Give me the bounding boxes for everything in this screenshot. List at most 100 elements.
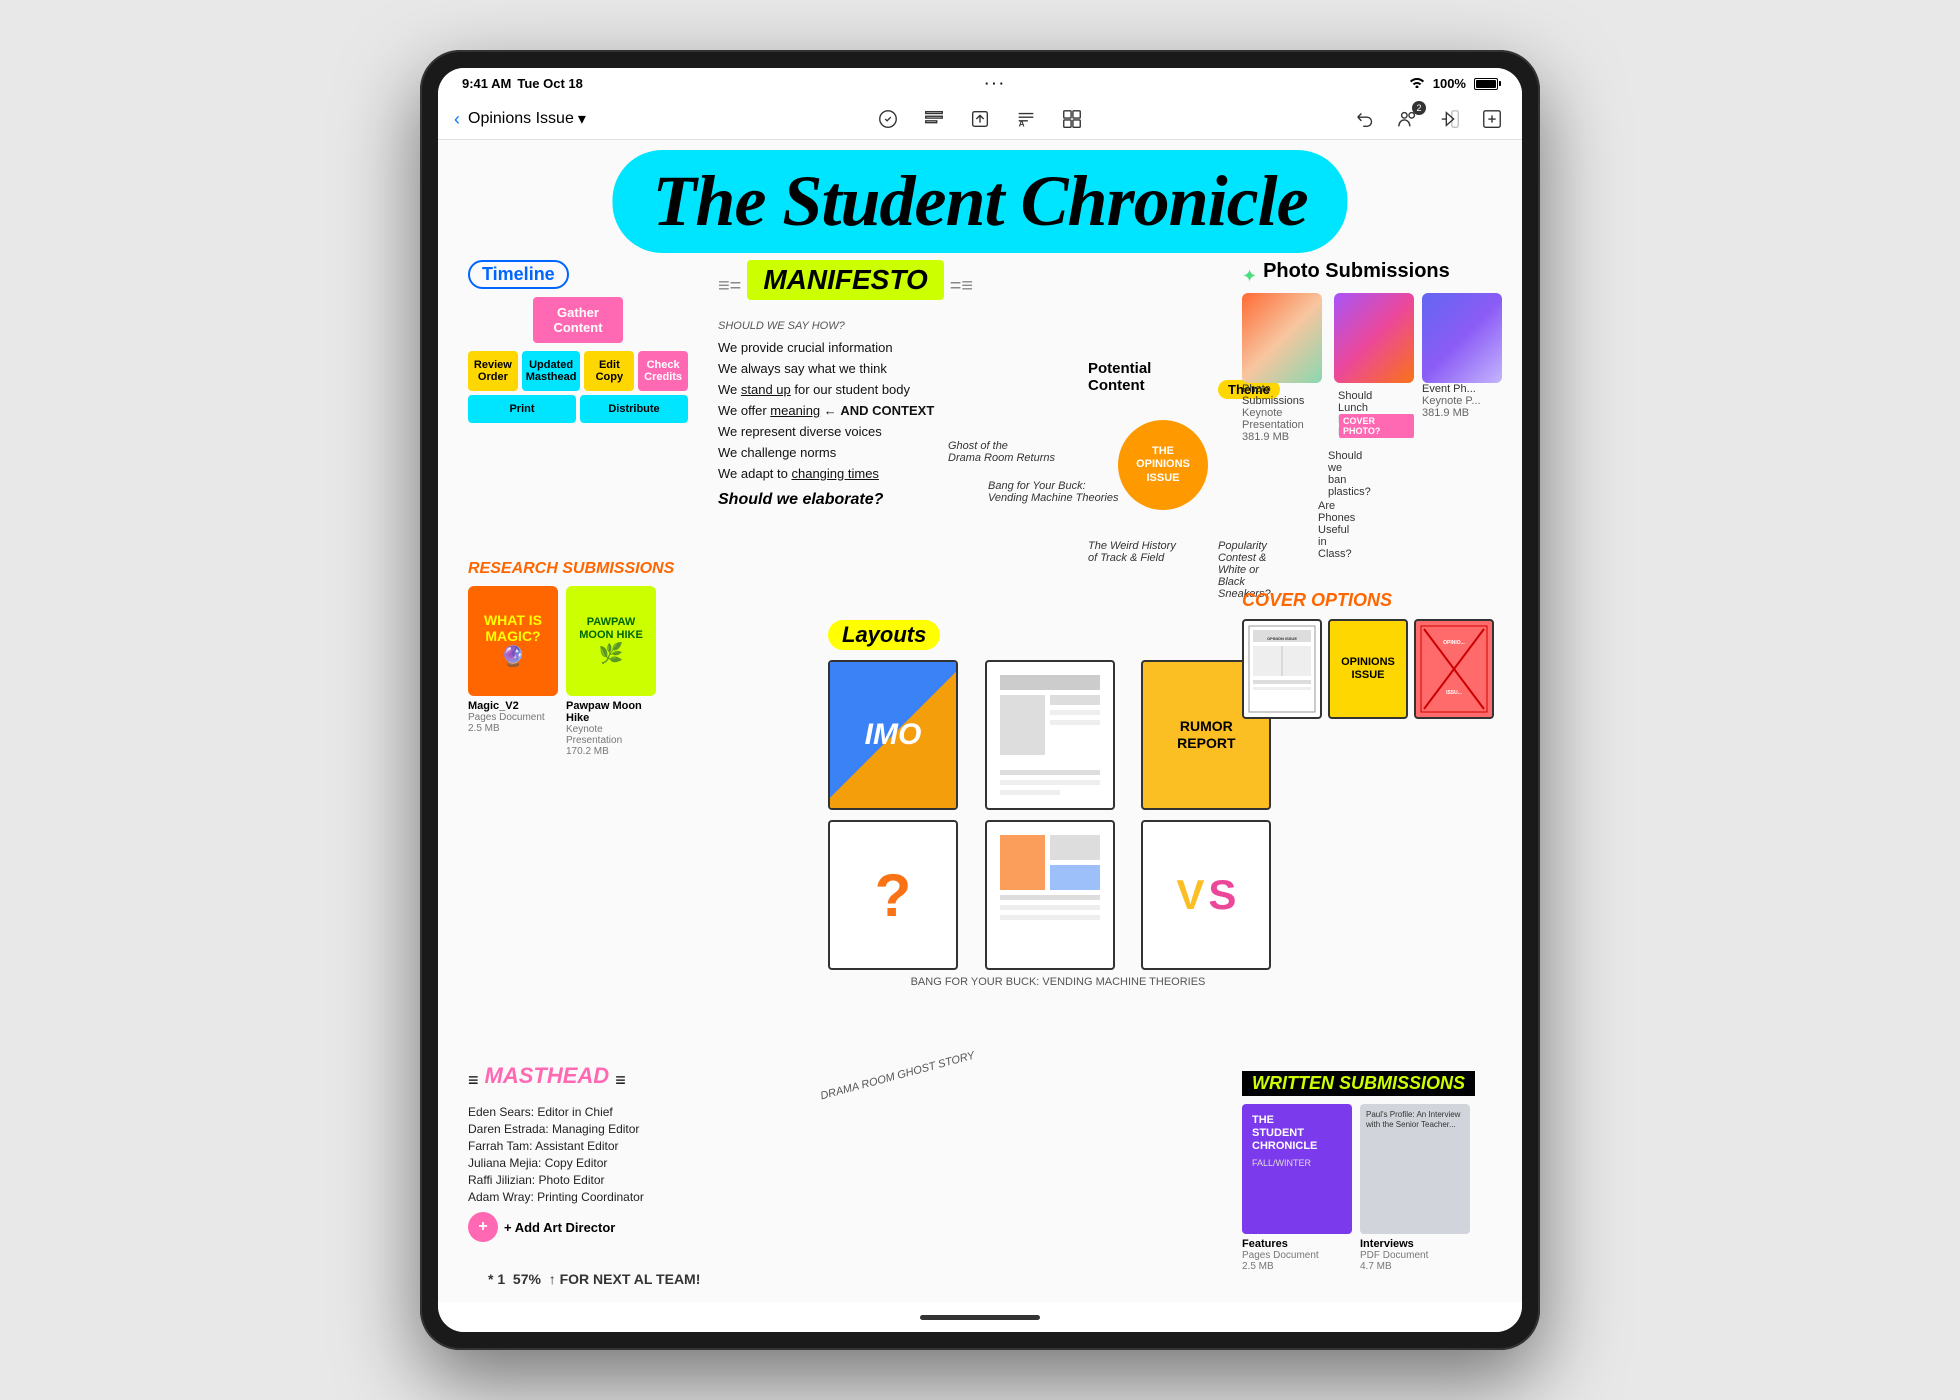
interviews-doc[interactable]: Paul's Profile: An Interview with the Se… bbox=[1360, 1104, 1470, 1272]
photo-thumb-1[interactable]: Photo Submissions Keynote Presentation 3… bbox=[1242, 293, 1326, 443]
photo-3-name: Event Ph... bbox=[1422, 383, 1502, 395]
magic-doc[interactable]: WHAT IS MAGIC? 🔮 Magic_V2 Pages Document… bbox=[468, 586, 558, 757]
timeline-cell-credits[interactable]: Check Credits bbox=[638, 351, 688, 391]
manifesto-item-4: We offer meaning ← AND CONTEXT bbox=[718, 403, 998, 418]
svg-text:OPINIO...: OPINIO... bbox=[1443, 640, 1465, 646]
features-type: Pages Document bbox=[1242, 1250, 1352, 1261]
photo-1-size: 381.9 MB bbox=[1242, 431, 1326, 443]
masthead-item-4: Juliana Mejia: Copy Editor bbox=[468, 1156, 718, 1170]
document-title[interactable]: Opinions Issue ▾ bbox=[468, 109, 586, 129]
gather-label: Gather Content bbox=[553, 305, 602, 335]
pencil-circle-icon[interactable] bbox=[874, 105, 902, 133]
lines-icon[interactable] bbox=[920, 105, 948, 133]
photo-thumb-3[interactable]: Event Ph... Keynote P... 381.9 MB bbox=[1422, 293, 1502, 443]
date-display: Tue Oct 18 bbox=[517, 76, 583, 91]
timeline-cell-print[interactable]: Print bbox=[468, 395, 576, 423]
photo-row: Photo Submissions Keynote Presentation 3… bbox=[1242, 293, 1502, 443]
bottom-bar bbox=[438, 1302, 1522, 1332]
question-mark: ? bbox=[875, 861, 912, 930]
mindmap-center: THEOPINIONSISSUE bbox=[1118, 420, 1208, 510]
photo-1-image bbox=[1242, 293, 1322, 383]
features-name: Features bbox=[1242, 1238, 1352, 1250]
manifesto-item-5: We represent diverse voices bbox=[718, 424, 998, 439]
pawpaw-thumb: PAWPAW MOON HIKE 🌿 bbox=[566, 586, 656, 696]
svg-text:OPINION ISSUE: OPINION ISSUE bbox=[1267, 636, 1297, 641]
cover-row: OPINION ISSUE OPINIONSISSUE OPINIO... IS… bbox=[1242, 619, 1502, 719]
layout-imo[interactable]: IMO bbox=[828, 660, 958, 810]
layout-5[interactable] bbox=[985, 820, 1115, 970]
photo-grid-icon[interactable] bbox=[1058, 105, 1086, 133]
vending-node: Bang for Your Buck:Vending Machine Theor… bbox=[988, 480, 1118, 504]
layouts-grid: IMO bbox=[828, 660, 1288, 970]
status-bar: 9:41 AM Tue Oct 18 ··· 100% bbox=[438, 68, 1522, 99]
upload-icon[interactable] bbox=[966, 105, 994, 133]
written-row: THESTUDENTCHRONICLE FALL/WINTER Features… bbox=[1242, 1104, 1502, 1272]
status-left: 9:41 AM Tue Oct 18 bbox=[462, 76, 583, 91]
back-button[interactable]: ‹ bbox=[454, 109, 460, 130]
features-subtitle: FALL/WINTER bbox=[1252, 1158, 1342, 1168]
layout-2[interactable] bbox=[985, 660, 1115, 810]
manifesto-section: ≡= MANIFESTO =≡ SHOULD WE SAY HOW? We pr… bbox=[718, 260, 998, 509]
drama-room-note: DRAMA ROOM GHOST STORY bbox=[819, 1050, 976, 1103]
zoom-indicator: * 1 57% ↑ FOR NEXT AL TEAM! bbox=[488, 1271, 700, 1287]
magic-thumb-text: WHAT IS MAGIC? bbox=[476, 613, 550, 644]
edit-icon[interactable] bbox=[1478, 105, 1506, 133]
timeline-cell-masthead[interactable]: Updated Masthead bbox=[522, 351, 581, 391]
ghost-node: Ghost of theDrama Room Returns bbox=[948, 440, 1055, 464]
manifesto-item-7: We adapt to changing times bbox=[718, 466, 998, 481]
layout-question[interactable]: ? bbox=[828, 820, 958, 970]
cover-opinion-issue[interactable]: OPINION ISSUE bbox=[1242, 619, 1322, 719]
title-text: Opinions Issue bbox=[468, 110, 574, 128]
features-size: 2.5 MB bbox=[1242, 1261, 1352, 1272]
magic-thumb: WHAT IS MAGIC? 🔮 bbox=[468, 586, 558, 696]
timeline-cell-distribute[interactable]: Distribute bbox=[580, 395, 688, 423]
undo-icon[interactable] bbox=[1352, 105, 1380, 133]
masthead-deco-right: ≡ bbox=[615, 1070, 626, 1091]
ipad-frame: 9:41 AM Tue Oct 18 ··· 100% ‹ Opinions I… bbox=[420, 50, 1540, 1350]
page-number: * 1 bbox=[488, 1271, 505, 1287]
text-format-icon[interactable]: A bbox=[1012, 105, 1040, 133]
manifesto-label: MANIFESTO bbox=[747, 260, 943, 300]
timeline-cell-review[interactable]: Review Order bbox=[468, 351, 518, 391]
manifesto-question: Should we elaborate? bbox=[718, 491, 998, 509]
potential-content-node: PotentialContent bbox=[1088, 360, 1151, 394]
photo-thumb-2[interactable]: COVER PHOTO? bbox=[1334, 293, 1414, 443]
add-art-director-button[interactable]: + bbox=[468, 1212, 498, 1242]
written-label: WRITTEN SUBMISSIONS bbox=[1242, 1071, 1475, 1096]
layout-vs[interactable]: V S bbox=[1141, 820, 1271, 970]
svg-text:A: A bbox=[1019, 119, 1025, 128]
pawpaw-doc[interactable]: PAWPAW MOON HIKE 🌿 Pawpaw Moon Hike Keyn… bbox=[566, 586, 656, 757]
interviews-type: PDF Document bbox=[1360, 1250, 1470, 1261]
wifi-icon bbox=[1409, 76, 1425, 91]
vs-v: V bbox=[1176, 871, 1204, 919]
magic-name: Magic_V2 bbox=[468, 700, 558, 712]
rumor-text: RUMORREPORT bbox=[1177, 718, 1235, 752]
toolbar-center: A bbox=[723, 105, 1237, 133]
manifesto-note: SHOULD WE SAY HOW? bbox=[718, 320, 998, 332]
timeline-cell-edit[interactable]: Edit Copy bbox=[584, 351, 634, 391]
zoom-level: 57% bbox=[513, 1271, 541, 1287]
pawpaw-type: Keynote Presentation bbox=[566, 724, 656, 746]
add-art-director-label: + Add Art Director bbox=[504, 1220, 615, 1235]
manifesto-item-1: We provide crucial information bbox=[718, 340, 998, 355]
cover-2-text: OPINIONSISSUE bbox=[1341, 656, 1395, 682]
interviews-size: 4.7 MB bbox=[1360, 1261, 1470, 1272]
share-icon[interactable] bbox=[1436, 105, 1464, 133]
timeline-label: Timeline bbox=[468, 260, 569, 289]
home-indicator bbox=[920, 1315, 1040, 1320]
features-doc[interactable]: THESTUDENTCHRONICLE FALL/WINTER Features… bbox=[1242, 1104, 1352, 1272]
gather-cell: Gather Content bbox=[533, 297, 623, 343]
photo-2-image: COVER PHOTO? bbox=[1334, 293, 1414, 383]
zoom-note: ↑ FOR NEXT AL TEAM! bbox=[549, 1271, 701, 1287]
cover-opinions-issue-2[interactable]: OPINIONSISSUE bbox=[1328, 619, 1408, 719]
masthead-item-3: Farrah Tam: Assistant Editor bbox=[468, 1139, 718, 1153]
manifesto-item-3: We stand up for our student body bbox=[718, 382, 998, 397]
photo-3-type: Keynote P... bbox=[1422, 395, 1502, 407]
magic-icon: 🔮 bbox=[476, 644, 550, 669]
ipad-screen: 9:41 AM Tue Oct 18 ··· 100% ‹ Opinions I… bbox=[438, 68, 1522, 1332]
cover-opinions-issue-3[interactable]: OPINIO... ISSU... bbox=[1414, 619, 1494, 719]
collaborators-icon[interactable]: 2 bbox=[1394, 105, 1422, 133]
battery-icon bbox=[1474, 78, 1498, 90]
canvas[interactable]: The Student Chronicle Timeline Gather Co… bbox=[438, 140, 1522, 1302]
magic-size: 2.5 MB bbox=[468, 723, 558, 734]
